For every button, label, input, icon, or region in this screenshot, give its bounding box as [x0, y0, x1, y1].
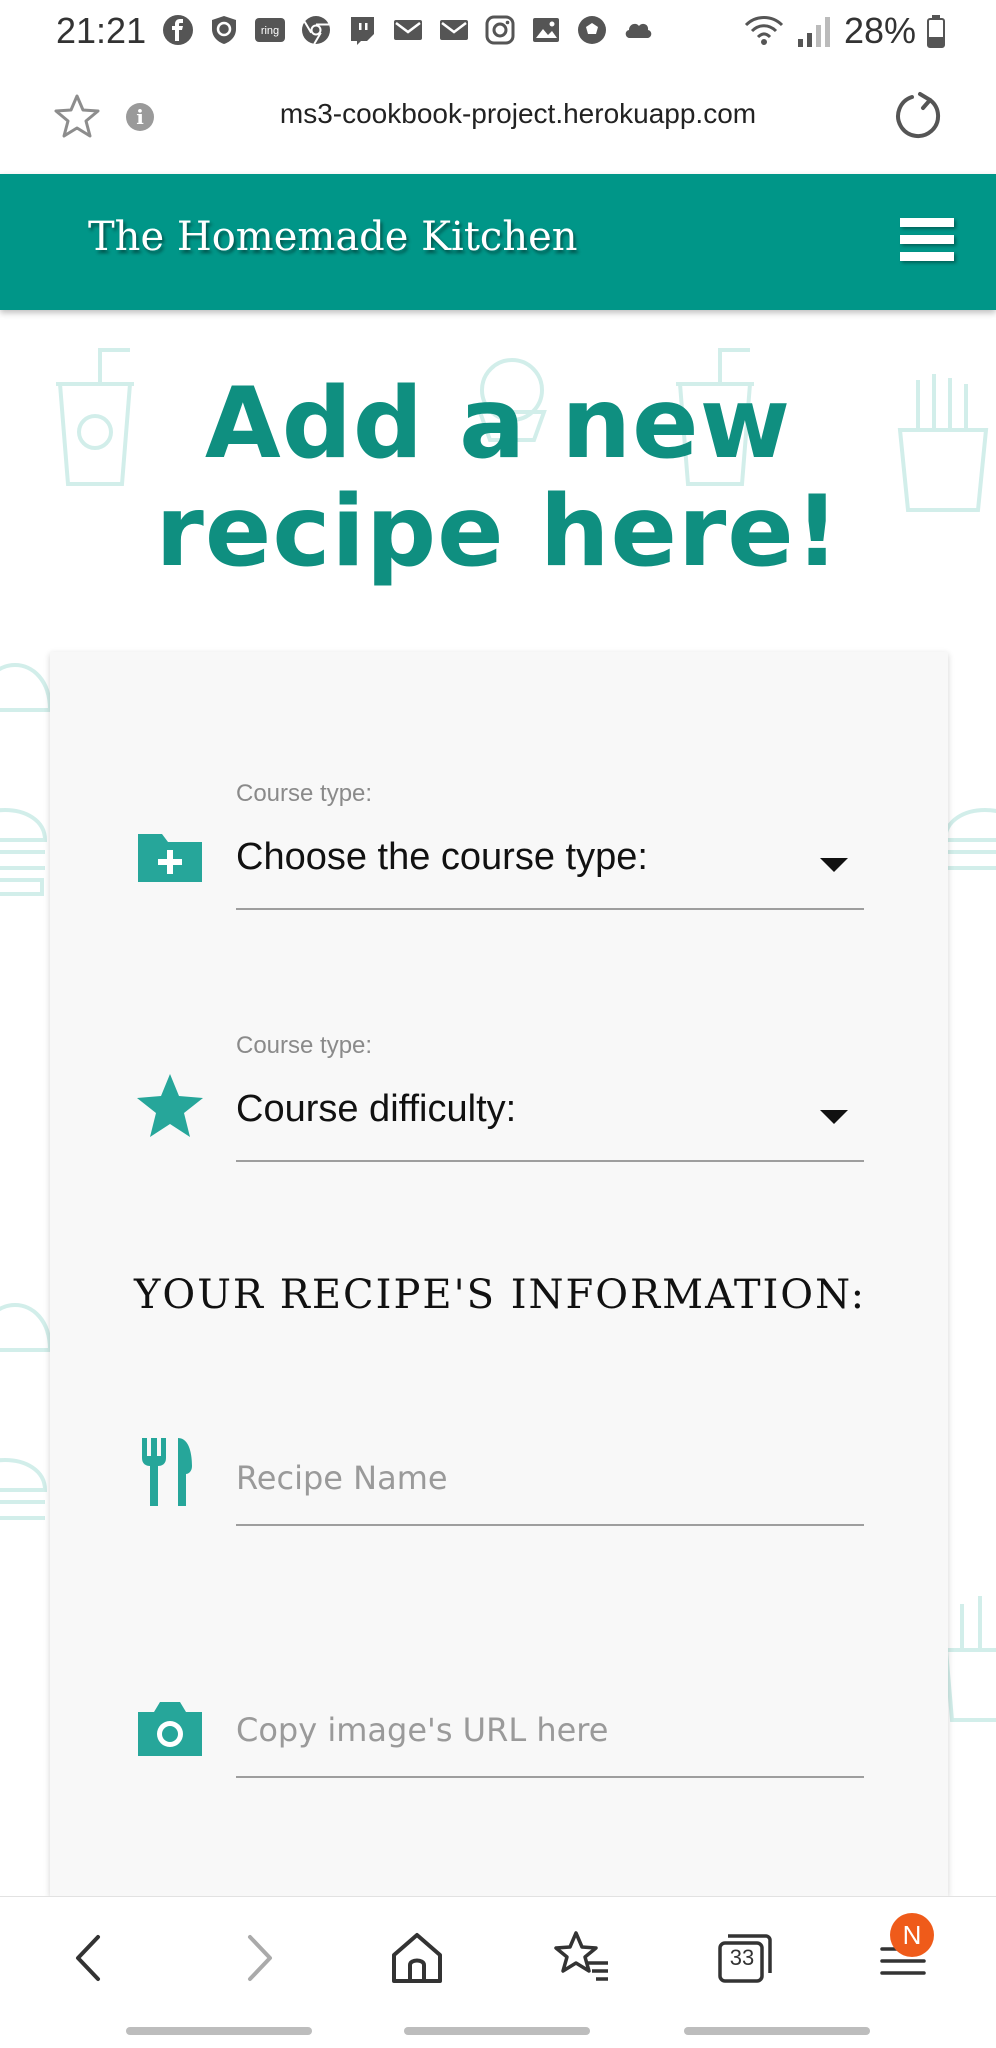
select-underline: [236, 1160, 864, 1162]
chevron-right-icon: [248, 1935, 272, 1981]
chevron-down-icon[interactable]: [820, 1110, 848, 1124]
instagram-icon: [485, 15, 515, 45]
image-url-input[interactable]: [236, 1700, 864, 1760]
gesture-bar: [684, 2027, 870, 2035]
page-hero: Add a new recipe here!: [0, 370, 996, 586]
tab-count: 33: [729, 1945, 755, 1970]
menu-bar: [900, 252, 954, 261]
home-button[interactable]: [382, 1923, 452, 1993]
chrome-icon: [302, 16, 330, 45]
difficulty-select-value[interactable]: Course difficulty:: [236, 1088, 516, 1131]
wifi-signal-icon: [744, 16, 783, 45]
shield-icon: [212, 16, 236, 44]
reload-icon[interactable]: [890, 90, 944, 144]
difficulty-label: Course type:: [236, 1032, 373, 1059]
app-navbar: The Homemade Kitchen: [0, 174, 996, 310]
back-button[interactable]: [56, 1923, 126, 1993]
site-info-icon[interactable]: i: [126, 103, 154, 131]
image-icon: [533, 18, 559, 42]
recipe-info-heading: YOUR RECIPE'S INFORMATION:: [134, 1272, 867, 1318]
bookmark-star-icon[interactable]: [52, 92, 102, 142]
browser-bottom-nav: 33 N: [0, 1896, 996, 2048]
cell-signal-icon: [797, 17, 830, 47]
status-time: 21:21: [56, 10, 147, 51]
url-text[interactable]: ms3-cookbook-project.herokuapp.com: [200, 98, 836, 130]
burger-icon: [0, 1458, 48, 1520]
mail-icon: [440, 20, 468, 40]
battery-icon: [927, 15, 945, 48]
page-title-line-1: Add a new: [204, 367, 792, 481]
gesture-bar: [126, 2027, 312, 2035]
star-icon: [137, 1074, 203, 1137]
mail-icon: [394, 20, 422, 40]
chevron-down-icon[interactable]: [820, 858, 848, 872]
notification-badge: N: [890, 1913, 934, 1957]
hamburger-menu-button[interactable]: [900, 218, 954, 266]
status-bar: 21:21 ring 28%: [0, 0, 996, 60]
course-type-label: Course type:: [236, 780, 373, 807]
input-underline: [236, 1524, 864, 1526]
burger-icon: [0, 808, 48, 896]
bookmarks-button[interactable]: [546, 1923, 616, 1993]
page-title-line-2: recipe here!: [155, 475, 841, 589]
system-status: 28%: [744, 10, 946, 52]
add-recipe-form: Course type: Choose the course type: Cou…: [50, 652, 948, 1896]
brand-logo[interactable]: The Homemade Kitchen: [88, 214, 578, 260]
fries-icon: [943, 1596, 996, 1722]
forward-button[interactable]: [222, 1923, 292, 1993]
cloud-icon: [625, 23, 652, 38]
notification-icons: ring: [162, 12, 654, 48]
menu-bar: [900, 235, 954, 244]
tabs-button[interactable]: 33: [710, 1923, 780, 1993]
gesture-bar: [404, 2027, 590, 2035]
folder-plus-icon: [138, 834, 202, 882]
select-underline: [236, 908, 864, 910]
utensils-icon: [142, 1438, 192, 1506]
ring-label: ring: [261, 25, 279, 37]
facebook-icon: [163, 15, 193, 45]
input-underline: [236, 1776, 864, 1778]
soccer-icon: [578, 16, 606, 44]
menu-bar: [900, 218, 954, 227]
recipe-name-input[interactable]: [236, 1448, 864, 1508]
chevron-left-icon: [76, 1935, 100, 1981]
camera-icon: [138, 1702, 202, 1756]
battery-percent: 28%: [843, 10, 916, 51]
bookmarks-star-list-icon: [554, 1931, 608, 1981]
twitch-icon: [351, 17, 374, 45]
course-type-select-value[interactable]: Choose the course type:: [236, 836, 648, 879]
page-title: Add a new recipe here!: [0, 370, 996, 586]
home-icon: [392, 1933, 442, 1983]
ring-icon: ring: [255, 18, 285, 42]
burger-icon: [942, 808, 996, 870]
browser-url-bar: i ms3-cookbook-project.herokuapp.com: [0, 60, 996, 174]
